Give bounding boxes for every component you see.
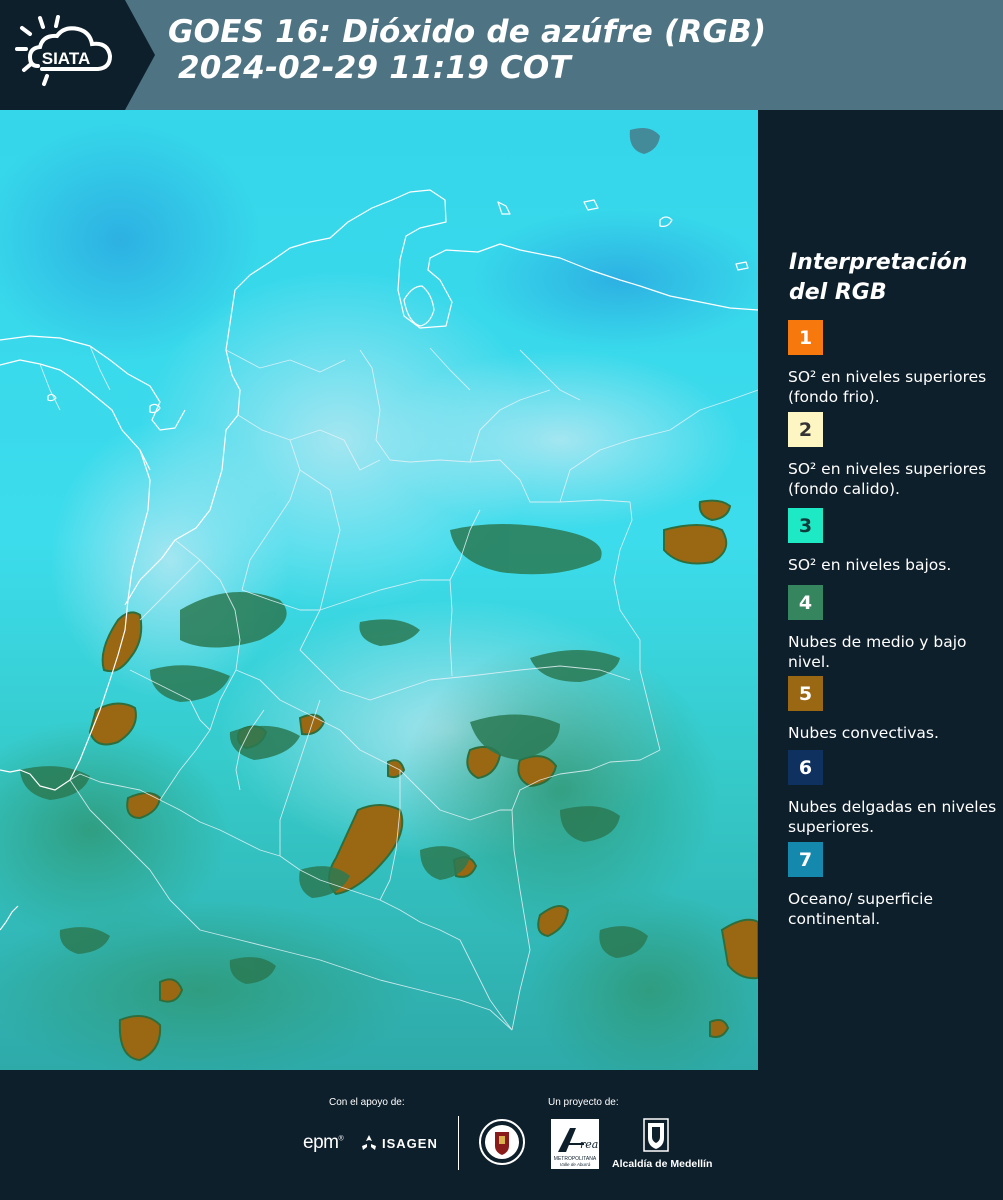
legend-item-7: 7 Oceano/ superficie continental. [788, 842, 998, 929]
legend-swatch: 5 [788, 676, 823, 711]
legend-item-6: 6 Nubes delgadas en niveles superiores. [788, 750, 998, 837]
header-bar: SIATA GOES 16: Dióxido de azúfre (RGB) 2… [0, 0, 1003, 110]
satellite-image [0, 110, 758, 1070]
legend-swatch: 1 [788, 320, 823, 355]
title-line-timestamp: 2024-02-29 11:19 COT [178, 50, 571, 86]
epm-logo-text: epm [303, 1132, 339, 1153]
legend-item-3: 3 SO² en niveles bajos. [788, 508, 998, 575]
legend-swatch: 2 [788, 412, 823, 447]
legend-swatch: 6 [788, 750, 823, 785]
legend-swatch: 4 [788, 585, 823, 620]
legend-title: Interpretación del RGB [789, 250, 968, 305]
legend-item-5: 5 Nubes convectivas. [788, 676, 998, 743]
footer-divider [458, 1116, 459, 1170]
isagen-logo: ISAGEN [382, 1136, 438, 1151]
area-line2: Valle de Aburrá [560, 1162, 591, 1167]
svg-text:rea: rea [580, 1138, 598, 1151]
legend-swatch: 3 [788, 508, 823, 543]
legend-label: Nubes de medio y bajo nivel. [788, 633, 967, 671]
alcaldia-shield-icon [643, 1118, 669, 1152]
epm-logo: epm® [303, 1132, 344, 1153]
footer: Con el apoyo de: Un proyecto de: epm® IS… [0, 1070, 1003, 1200]
support-label: Con el apoyo de: [329, 1097, 405, 1108]
legend-label: Nubes convectivas. [788, 724, 939, 742]
siata-logo: SIATA [15, 15, 113, 86]
legend-label: SO² en niveles bajos. [788, 556, 952, 574]
alcaldia-label: Alcaldía de Medellín [612, 1158, 713, 1170]
project-label: Un proyecto de: [548, 1097, 619, 1108]
isagen-icon [362, 1135, 376, 1150]
legend-label: SO² en niveles superiores (fondo frio). [788, 368, 987, 406]
legend-label: Oceano/ superficie continental. [788, 890, 933, 928]
title-line-product: GOES 16: Dióxido de azúfre (RGB) [168, 14, 767, 50]
logo-text: SIATA [42, 49, 90, 68]
page-title: GOES 16: Dióxido de azúfre (RGB) 2024-02… [168, 14, 766, 86]
legend-label: SO² en niveles superiores (fondo calido)… [788, 460, 987, 498]
legend-label: Nubes delgadas en niveles superiores. [788, 798, 997, 836]
area-metropolitana-logo: rea METROPOLITANA Valle de Aburrá [551, 1119, 599, 1169]
legend-swatch: 7 [788, 842, 823, 877]
legend-item-2: 2 SO² en niveles superiores (fondo calido… [788, 412, 998, 499]
legend-panel: Interpretación del RGB 1 SO² en niveles s… [758, 110, 1003, 1070]
medellin-seal-icon [479, 1119, 525, 1165]
legend-item-4: 4 Nubes de medio y bajo nivel. [788, 585, 998, 672]
legend-item-1: 1 SO² en niveles superiores (fondo frio). [788, 320, 998, 407]
